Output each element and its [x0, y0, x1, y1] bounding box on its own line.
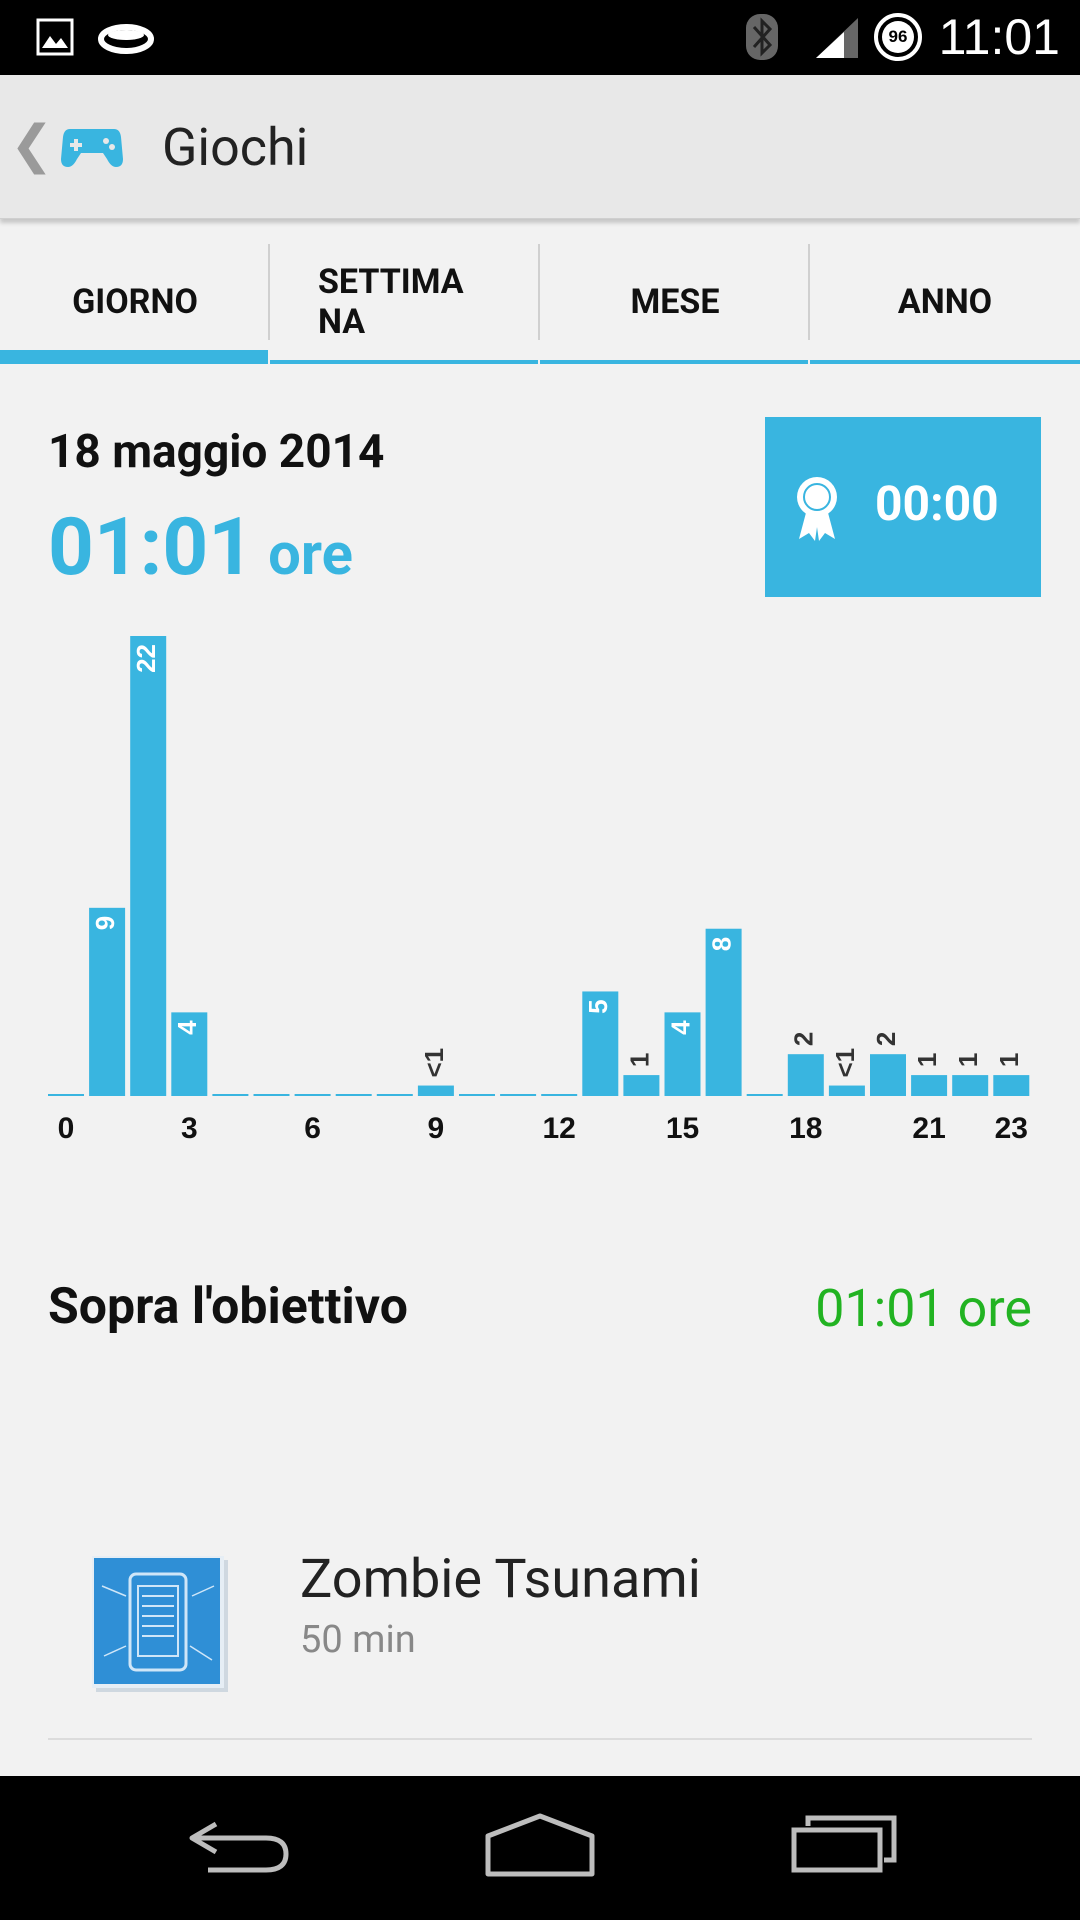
chart-bar — [993, 1075, 1030, 1096]
chart-bar — [459, 1094, 495, 1096]
chart-bar — [212, 1094, 249, 1096]
hourly-bar-chart: 9224<151482<121 1 1 0 3 6 9 12 15 18 21 23 — [48, 636, 1030, 1140]
tab-month[interactable]: MESE — [540, 240, 810, 364]
award-ribbon-icon — [797, 477, 837, 541]
bar-value-label: 5 — [583, 999, 613, 1013]
back-chevron-icon[interactable]: ❮ — [10, 115, 54, 175]
navigation-bar — [0, 1776, 1080, 1920]
bar-value-label: 1 — [624, 1053, 654, 1067]
image-notification-icon — [36, 18, 74, 56]
x-tick-label: 21 — [912, 1112, 945, 1140]
chart-bar — [376, 1094, 413, 1096]
bar-value-label: 22 — [131, 644, 161, 673]
tab-year[interactable]: ANNO — [810, 240, 1080, 364]
chart-bar — [828, 1085, 865, 1096]
total-time-unit: ore — [268, 521, 353, 589]
gamepad-icon[interactable] — [60, 123, 124, 171]
chart-bar — [48, 1094, 84, 1096]
bar-value-label: 2 — [789, 1032, 819, 1046]
chart-bar — [952, 1075, 989, 1096]
tab-bar: GIORNO SETTIMA NA MESE ANNO — [0, 240, 1080, 364]
bluetooth-icon — [746, 14, 778, 60]
tab-week[interactable]: SETTIMA NA — [270, 240, 540, 364]
home-icon[interactable] — [484, 1812, 596, 1878]
battery-icon: 96 — [874, 13, 922, 61]
chart-bar — [417, 1085, 454, 1096]
goal-button[interactable]: 00:00 — [765, 417, 1041, 597]
action-bar: ❮ Giochi — [0, 75, 1080, 219]
list-item[interactable]: Zombie Tsunami 50 min — [0, 1520, 1080, 1740]
signal-icon — [816, 18, 858, 58]
bar-value-label: <1 — [830, 1048, 860, 1078]
x-tick-label: 15 — [666, 1112, 699, 1140]
status-bar: 96 11:01 — [0, 0, 1080, 75]
chart-bar — [746, 1094, 783, 1096]
above-goal-value: 01:01 ore — [815, 1278, 1032, 1339]
chart-bar — [294, 1094, 331, 1096]
app-duration: 50 min — [300, 1618, 416, 1662]
chart-bar — [623, 1075, 660, 1096]
chart-bar — [253, 1094, 290, 1096]
bar-value-label: 1 — [953, 1053, 983, 1067]
bar-value-label: 4 — [172, 1020, 202, 1035]
tab-week-label: SETTIMA NA — [318, 262, 464, 342]
total-time-value: 01:01 — [48, 500, 255, 594]
tab-year-label: ANNO — [897, 282, 993, 322]
tab-month-label: MESE — [630, 282, 720, 322]
chart-bar — [911, 1075, 948, 1096]
chart-bar — [870, 1054, 906, 1096]
bar-value-label: 1 — [994, 1053, 1024, 1067]
goal-time: 00:00 — [875, 475, 999, 532]
x-tick-label: 23 — [995, 1112, 1028, 1140]
chart-bar — [705, 928, 742, 1096]
back-icon[interactable] — [186, 1816, 292, 1876]
chart-bar — [335, 1094, 372, 1096]
x-tick-label: 6 — [304, 1112, 321, 1140]
total-time: 01:01 ore — [48, 500, 353, 594]
tab-day-indicator — [0, 350, 268, 364]
bar-value-label: 9 — [90, 916, 120, 930]
chart-bar — [130, 636, 167, 1096]
tab-month-indicator — [540, 360, 808, 364]
tab-year-indicator — [810, 360, 1080, 364]
bar-value-label: 1 — [912, 1053, 942, 1067]
chart-bar — [787, 1054, 824, 1096]
status-clock: 11:01 — [938, 9, 1060, 65]
page-title: Giochi — [162, 117, 309, 178]
app-name: Zombie Tsunami — [300, 1548, 701, 1611]
battery-level: 96 — [882, 21, 914, 53]
bar-labels-group: 9224<151482<121 1 1 — [90, 644, 1024, 1078]
x-tick-label: 0 — [58, 1112, 75, 1140]
bar-value-label: 4 — [665, 1020, 695, 1035]
x-tick-label: 18 — [789, 1112, 822, 1140]
chart-bar — [500, 1094, 537, 1096]
tab-day-label: GIORNO — [72, 282, 198, 322]
recent-apps-icon[interactable] — [790, 1814, 898, 1874]
date-label: 18 maggio 2014 — [48, 425, 385, 479]
tab-week-indicator — [270, 360, 538, 364]
bar-value-label: 8 — [706, 937, 736, 951]
ring-notification-icon — [98, 24, 154, 54]
bar-value-label: <1 — [419, 1048, 449, 1078]
chart-bar — [89, 907, 126, 1096]
above-goal-label: Sopra l'obiettivo — [48, 1278, 408, 1336]
tab-day[interactable]: GIORNO — [0, 240, 270, 364]
x-tick-label: 9 — [428, 1112, 445, 1140]
bar-value-label: 2 — [871, 1032, 901, 1046]
x-axis-ticks-group: 0 3 6 9 12 15 18 21 23 — [58, 1112, 1028, 1140]
x-tick-label: 3 — [181, 1112, 198, 1140]
blueprint-app-icon — [92, 1556, 228, 1692]
chart-bar — [541, 1094, 578, 1096]
list-divider — [48, 1738, 1032, 1740]
x-tick-label: 12 — [543, 1112, 576, 1140]
